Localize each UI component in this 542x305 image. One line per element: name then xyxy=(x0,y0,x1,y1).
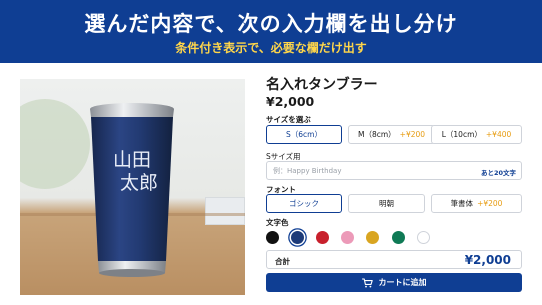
color-swatch[interactable] xyxy=(341,231,354,244)
engraving-line: 山田 xyxy=(112,149,151,171)
add-to-cart-label: カートに追加 xyxy=(378,278,427,287)
size-option-l[interactable]: L（10cm） +¥400 xyxy=(431,125,522,144)
size-option-label: L（10cm） xyxy=(441,130,482,139)
color-swatch[interactable] xyxy=(392,231,405,244)
font-option-brush[interactable]: 筆書体 +¥200 xyxy=(431,194,522,213)
font-option-label: 明朝 xyxy=(379,199,394,208)
size-option-s[interactable]: S（6cm） xyxy=(266,125,342,144)
size-option-label: M（8cm） xyxy=(357,130,396,139)
engraving-line: 太郎 xyxy=(119,172,158,194)
font-option-mincho[interactable]: 明朝 xyxy=(348,194,425,213)
size-option-extra: +¥400 xyxy=(485,130,512,139)
color-swatch[interactable] xyxy=(366,231,379,244)
header-banner: 選んだ内容で、次の入力欄を出し分け 条件付き表示で、必要な欄だけ出す xyxy=(0,0,542,63)
color-swatch[interactable] xyxy=(316,231,329,244)
product-form: 名入れタンブラー ¥2,000 サイズを選ぶ S（6cm） M（8cm） +¥2… xyxy=(266,63,524,305)
banner-subtitle: 条件付き表示で、必要な欄だけ出す xyxy=(175,41,367,55)
total-value: ¥2,000 xyxy=(464,253,511,267)
background-plant xyxy=(20,99,90,189)
font-option-label: 筆書体 xyxy=(450,199,474,208)
total-label: 合計 xyxy=(275,257,290,266)
add-to-cart-button[interactable]: カートに追加 xyxy=(266,273,522,292)
size-option-label: S（6cm） xyxy=(286,130,322,139)
banner-title: 選んだ内容で、次の入力欄を出し分け xyxy=(84,12,458,36)
color-swatch[interactable] xyxy=(266,231,279,244)
product-name: 名入れタンブラー xyxy=(266,77,378,93)
color-swatch[interactable] xyxy=(291,231,304,244)
font-option-extra: +¥200 xyxy=(477,199,503,208)
font-option-gothic[interactable]: ゴシック xyxy=(266,194,342,213)
tumbler-image: 山田 太郎 xyxy=(89,101,175,278)
size-option-extra: +¥200 xyxy=(399,130,426,139)
text-color-label: 文字色 xyxy=(266,218,289,227)
background-book xyxy=(205,197,245,225)
cart-icon xyxy=(361,277,373,287)
size-option-m[interactable]: M（8cm） +¥200 xyxy=(348,125,435,144)
total-box: 合計 ¥2,000 xyxy=(266,250,522,269)
product-photo: 山田 太郎 xyxy=(20,79,245,295)
char-counter: あと20文字 xyxy=(480,169,516,177)
font-option-label: ゴシック xyxy=(289,199,319,208)
product-panel: 山田 太郎 名入れタンブラー ¥2,000 サイズを選ぶ S（6cm） M（8c… xyxy=(0,63,542,305)
size-label: サイズを選ぶ xyxy=(266,115,311,124)
product-price: ¥2,000 xyxy=(266,94,315,109)
engraving-text: 山田 太郎 xyxy=(89,149,175,195)
color-swatch[interactable] xyxy=(417,231,430,244)
